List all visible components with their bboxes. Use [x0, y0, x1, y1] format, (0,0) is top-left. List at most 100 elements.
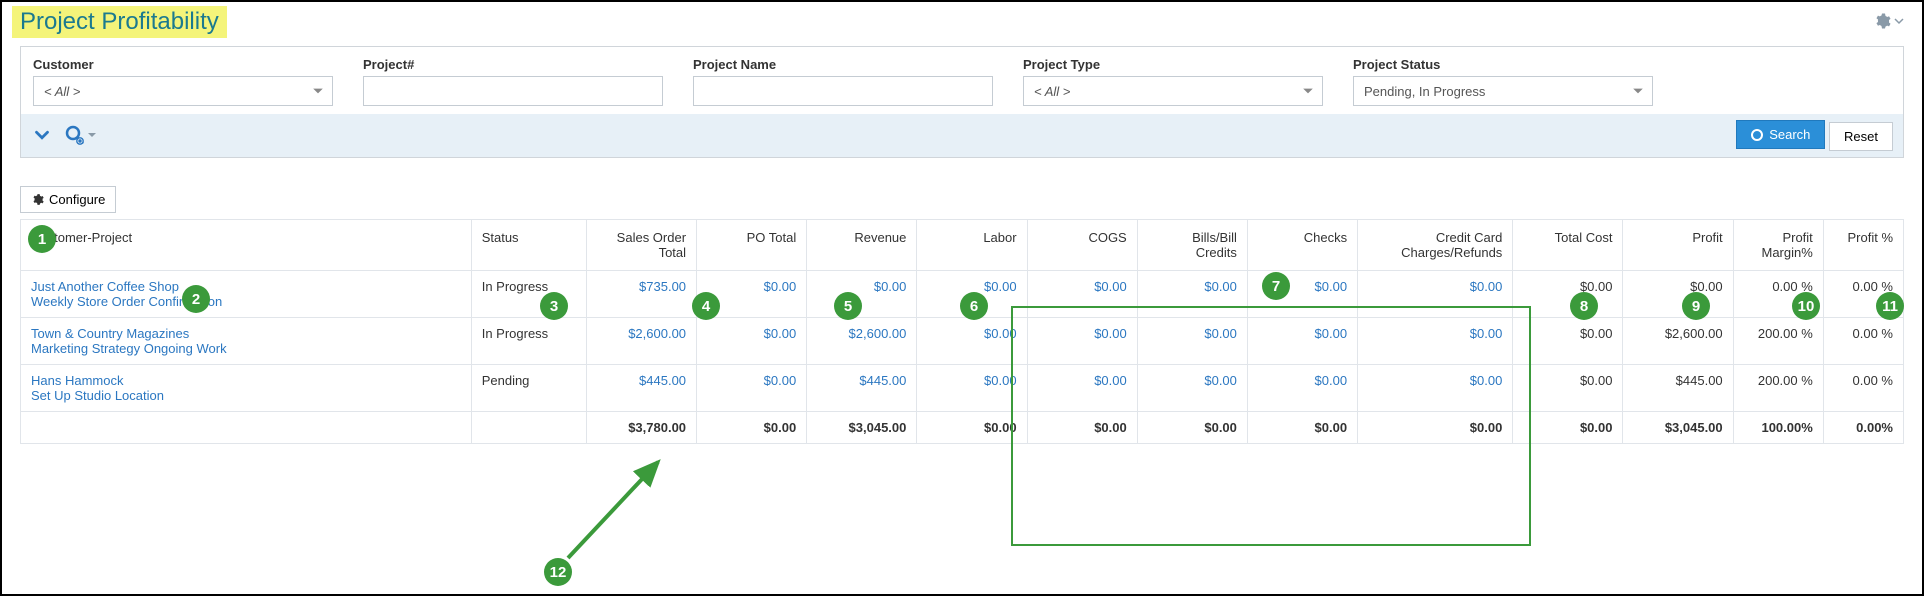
chevron-down-icon	[87, 130, 97, 140]
projecttype-label: Project Type	[1023, 57, 1323, 72]
projectstatus-label: Project Status	[1353, 57, 1653, 72]
col-bills-credits[interactable]: Bills/Bill Credits	[1137, 219, 1247, 270]
gear-icon	[31, 193, 44, 206]
total-cogs: $0.00	[1027, 411, 1137, 443]
configure-label: Configure	[49, 192, 105, 207]
ccCharges-cell[interactable]: $0.00	[1358, 364, 1513, 411]
total-labor: $0.00	[917, 411, 1027, 443]
saved-search-icon[interactable]	[63, 123, 97, 147]
col-revenue[interactable]: Revenue	[807, 219, 917, 270]
annotation-3: 3	[540, 292, 568, 320]
filter-projectstatus: Project Status	[1353, 57, 1653, 106]
billsCredits-cell[interactable]: $0.00	[1137, 317, 1247, 364]
ccCharges-cell[interactable]: $0.00	[1358, 270, 1513, 317]
cogs-cell[interactable]: $0.00	[1027, 364, 1137, 411]
total-poTotal: $0.00	[697, 411, 807, 443]
annotation-9: 9	[1682, 292, 1710, 320]
filter-toolbar: Search Reset	[21, 114, 1903, 157]
billsCredits-cell[interactable]: $0.00	[1137, 364, 1247, 411]
salesOrderTotal-cell[interactable]: $2,600.00	[586, 317, 696, 364]
projectstatus-select[interactable]	[1353, 76, 1653, 106]
projecttype-select[interactable]	[1023, 76, 1323, 106]
labor-cell[interactable]: $0.00	[917, 317, 1027, 364]
annotation-7: 7	[1262, 272, 1290, 300]
profit-cell: $2,600.00	[1623, 317, 1733, 364]
revenue-cell[interactable]: $0.00	[807, 270, 917, 317]
customer-project-link[interactable]: Town & Country MagazinesMarketing Strate…	[21, 317, 472, 364]
header-row: Customer-Project Status Sales Order Tota…	[21, 219, 1904, 270]
customer-select-value[interactable]	[33, 76, 333, 106]
projecttype-select-value[interactable]	[1023, 76, 1323, 106]
projectname-input[interactable]	[693, 76, 993, 106]
totalCost-cell: $0.00	[1513, 270, 1623, 317]
col-profit-pct[interactable]: Profit %	[1823, 219, 1903, 270]
salesOrderTotal-cell[interactable]: $735.00	[586, 270, 696, 317]
poTotal-cell[interactable]: $0.00	[697, 364, 807, 411]
projectnum-label: Project#	[363, 57, 663, 72]
billsCredits-cell[interactable]: $0.00	[1137, 270, 1247, 317]
col-labor[interactable]: Labor	[917, 219, 1027, 270]
totalCost-cell: $0.00	[1513, 364, 1623, 411]
filter-projectnum: Project#	[363, 57, 663, 106]
settings-dropdown[interactable]	[1873, 12, 1904, 30]
col-sales-order-total[interactable]: Sales Order Total	[586, 219, 696, 270]
checks-cell[interactable]: $0.00	[1247, 317, 1357, 364]
annotation-1: 1	[28, 225, 56, 253]
checks-cell[interactable]: $0.00	[1247, 364, 1357, 411]
revenue-cell[interactable]: $445.00	[807, 364, 917, 411]
filter-customer: Customer	[33, 57, 333, 106]
total-profitMargin: 100.00%	[1733, 411, 1823, 443]
total-salesOrderTotal: $3,780.00	[586, 411, 696, 443]
profit-cell: $445.00	[1623, 364, 1733, 411]
salesOrderTotal-cell[interactable]: $445.00	[586, 364, 696, 411]
search-button[interactable]: Search	[1736, 120, 1825, 149]
projectname-label: Project Name	[693, 57, 993, 72]
annotation-10: 10	[1792, 292, 1820, 320]
reset-button[interactable]: Reset	[1829, 122, 1893, 151]
profitPct-cell: 0.00 %	[1823, 364, 1903, 411]
col-profit[interactable]: Profit	[1623, 219, 1733, 270]
revenue-cell[interactable]: $2,600.00	[807, 317, 917, 364]
poTotal-cell[interactable]: $0.00	[697, 317, 807, 364]
col-cc-charges[interactable]: Credit Card Charges/Refunds	[1358, 219, 1513, 270]
annotation-8: 8	[1570, 292, 1598, 320]
col-total-cost[interactable]: Total Cost	[1513, 219, 1623, 270]
totalCost-cell: $0.00	[1513, 317, 1623, 364]
customer-project-link[interactable]: Just Another Coffee ShopWeekly Store Ord…	[21, 270, 472, 317]
filter-panel: Customer Project# Project Name Project T…	[20, 46, 1904, 158]
annotation-2: 2	[182, 285, 210, 313]
gear-icon	[1873, 12, 1891, 30]
cogs-cell[interactable]: $0.00	[1027, 270, 1137, 317]
profit-cell: $0.00	[1623, 270, 1733, 317]
labor-cell[interactable]: $0.00	[917, 364, 1027, 411]
filter-projectname: Project Name	[693, 57, 993, 106]
customer-select[interactable]	[33, 76, 333, 106]
col-checks[interactable]: Checks	[1247, 219, 1357, 270]
total-profit: $3,045.00	[1623, 411, 1733, 443]
annotation-6: 6	[960, 292, 988, 320]
status-cell: In Progress	[471, 317, 586, 364]
total-ccCharges: $0.00	[1358, 411, 1513, 443]
annotation-12: 12	[544, 558, 572, 586]
status-cell: In Progress	[471, 270, 586, 317]
table-row: Hans HammockSet Up Studio LocationPendin…	[21, 364, 1904, 411]
col-status[interactable]: Status	[471, 219, 586, 270]
cogs-cell[interactable]: $0.00	[1027, 317, 1137, 364]
annotation-11: 11	[1876, 292, 1904, 320]
col-customer-project[interactable]: Customer-Project	[21, 219, 472, 270]
col-po-total[interactable]: PO Total	[697, 219, 807, 270]
total-checks: $0.00	[1247, 411, 1357, 443]
col-profit-margin[interactable]: Profit Margin%	[1733, 219, 1823, 270]
expand-filter-icon[interactable]	[31, 124, 53, 146]
projectstatus-select-value[interactable]	[1353, 76, 1653, 106]
filter-projecttype: Project Type	[1023, 57, 1323, 106]
customer-project-link[interactable]: Hans HammockSet Up Studio Location	[21, 364, 472, 411]
projectnum-input[interactable]	[363, 76, 663, 106]
annotation-arrow	[558, 450, 678, 570]
profitPct-cell: 0.00 %	[1823, 317, 1903, 364]
col-cogs[interactable]: COGS	[1027, 219, 1137, 270]
ccCharges-cell[interactable]: $0.00	[1358, 317, 1513, 364]
status-cell: Pending	[471, 364, 586, 411]
configure-button[interactable]: Configure	[20, 186, 116, 213]
total-revenue: $3,045.00	[807, 411, 917, 443]
